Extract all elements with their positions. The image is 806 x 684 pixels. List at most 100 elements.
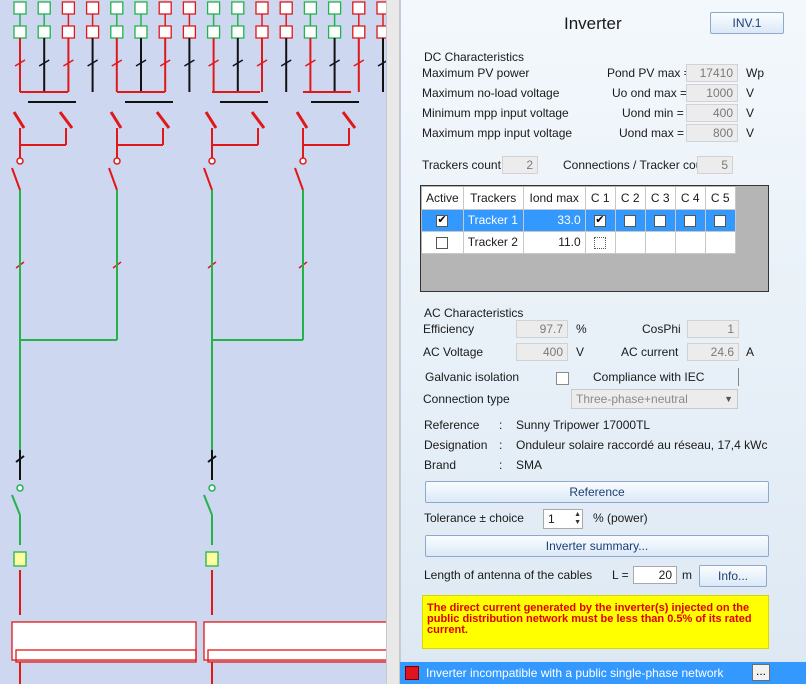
uond-min-label: Uond min = <box>622 106 684 120</box>
efficiency-field[interactable]: 97.7 <box>516 320 568 338</box>
tracker-c1-cell[interactable] <box>585 209 616 232</box>
max-noload-voltage-label: Maximum no-load voltage <box>422 86 560 100</box>
pv-module-icon <box>110 1 124 15</box>
pane-splitter[interactable] <box>386 0 400 684</box>
ac-current-label: AC current <box>621 345 679 359</box>
reference-colon: : <box>499 418 503 432</box>
col-c2[interactable]: C 2 <box>615 187 646 210</box>
tracker-c4-cell <box>675 231 706 254</box>
switch-pivot-icon <box>16 157 24 165</box>
tracker-row[interactable]: Tracker 1 33.0 <box>422 209 736 232</box>
pv-module-icon <box>13 25 27 39</box>
pv-module-icon <box>134 25 148 39</box>
pv-module-icon <box>327 1 342 15</box>
tracker-c3-checkbox[interactable] <box>654 214 667 227</box>
uond-min-field[interactable]: 400 <box>686 104 738 122</box>
col-c4[interactable]: C 4 <box>675 187 706 210</box>
surge-protector-icon <box>13 551 27 567</box>
dc-switch-blade <box>108 167 118 191</box>
tracker-c5-checkbox[interactable] <box>714 214 727 227</box>
info-button[interactable]: Info... <box>699 565 767 587</box>
ac-voltage-field[interactable]: 400 <box>516 343 568 361</box>
tolerance-unit: % (power) <box>593 511 648 525</box>
tracker-c3-cell[interactable] <box>645 209 676 232</box>
tracker-c4-cell[interactable] <box>675 209 706 232</box>
tracker-name[interactable]: Tracker 2 <box>463 231 524 254</box>
connection-type-value: Three-phase+neutral <box>576 392 688 406</box>
surge-protector-icon <box>205 551 219 567</box>
col-active[interactable]: Active <box>422 187 464 210</box>
pv-module-icon <box>352 1 366 15</box>
uond-min-unit: V <box>746 106 755 120</box>
pv-module-icon <box>231 1 245 15</box>
status-bar[interactable]: Inverter incompatible with a public sing… <box>400 662 806 684</box>
tracker-c1-checkbox[interactable] <box>594 236 607 249</box>
col-c5[interactable]: C 5 <box>705 187 736 210</box>
connections-per-tracker-field[interactable]: 5 <box>697 156 733 174</box>
tracker-c1-checkbox[interactable] <box>594 213 607 227</box>
pv-module-icon <box>376 1 386 15</box>
tracker-iond-max[interactable]: 33.0 <box>523 209 586 232</box>
pv-module-icon <box>303 25 318 39</box>
max-pv-power-label: Maximum PV power <box>422 66 530 80</box>
tracker-grid[interactable]: Active Trackers Iond max C 1 C 2 C 3 C 4… <box>420 185 769 292</box>
col-iond-max[interactable]: Iond max <box>523 187 586 210</box>
tracker-active-checkbox[interactable] <box>436 213 449 227</box>
tracker-c5-cell[interactable] <box>705 209 736 232</box>
tracker-iond-max[interactable]: 11.0 <box>523 231 586 254</box>
uond-max-field[interactable]: 800 <box>686 124 738 142</box>
single-line-diagram[interactable] <box>0 0 386 684</box>
compliance-iec-62109[interactable]: Compliance with IEC 62109 <box>589 368 739 402</box>
col-c1[interactable]: C 1 <box>585 187 616 210</box>
pv-module-icon <box>255 1 269 15</box>
antenna-length-input[interactable]: 20 <box>633 566 677 584</box>
pv-module-icon <box>352 25 366 39</box>
uond-max-unit: V <box>746 126 755 140</box>
string-fuse <box>204 111 218 129</box>
string-fuse <box>109 111 123 129</box>
tracker-active-cell[interactable] <box>422 209 464 232</box>
tracker-table: Active Trackers Iond max C 1 C 2 C 3 C 4… <box>422 187 736 254</box>
tracker-row[interactable]: Tracker 2 11.0 <box>422 231 736 254</box>
tracker-active-cell[interactable] <box>422 231 464 254</box>
galvanic-isolation-checkbox[interactable] <box>556 372 569 386</box>
pv-module-icon <box>206 25 221 39</box>
tolerance-label: Tolerance ± choice <box>424 511 524 525</box>
tracker-name[interactable]: Tracker 1 <box>463 209 524 232</box>
trackers-count-field[interactable]: 2 <box>502 156 538 174</box>
tracker-c4-checkbox[interactable] <box>684 214 697 227</box>
uo-ond-max-field[interactable]: 1000 <box>686 84 738 102</box>
cosphi-field[interactable]: 1 <box>687 320 739 338</box>
string-fuse <box>341 111 357 129</box>
cosphi-label: CosPhi <box>642 322 681 336</box>
tracker-c3-cell <box>645 231 676 254</box>
reference-value: Sunny Tripower 17000TL <box>516 418 651 432</box>
switch-pivot-icon <box>16 484 24 492</box>
brand-label: Brand <box>424 458 457 472</box>
reference-button[interactable]: Reference <box>425 481 769 503</box>
ac-current-field[interactable]: 24.6 <box>687 343 739 361</box>
tracker-c2-cell <box>615 231 646 254</box>
dc-switch-blade <box>203 167 213 191</box>
pv-module-icon <box>37 25 51 39</box>
tracker-c2-cell[interactable] <box>615 209 646 232</box>
status-more-button[interactable]: ... <box>752 664 770 681</box>
pond-pv-max-field[interactable]: 17410 <box>686 64 738 82</box>
pv-module-icon <box>279 25 293 39</box>
tracker-active-checkbox[interactable] <box>436 236 449 249</box>
pv-module-icon <box>376 25 386 39</box>
col-trackers[interactable]: Trackers <box>463 187 524 210</box>
tolerance-stepper[interactable]: 1 ▲ ▼ <box>543 509 583 529</box>
inverter-summary-button[interactable]: Inverter summary... <box>425 535 769 557</box>
inverter-block <box>11 621 197 661</box>
spin-arrows-icon[interactable]: ▲ ▼ <box>574 511 581 527</box>
uo-ond-max-label: Uo ond max = <box>612 86 688 100</box>
inverter-id-button[interactable]: INV.1 <box>710 12 784 34</box>
col-c3[interactable]: C 3 <box>645 187 676 210</box>
connection-type-select[interactable]: Three-phase+neutral ▼ <box>571 389 738 409</box>
pond-pv-max-label: Pond PV max = <box>607 66 691 80</box>
tracker-c1-cell[interactable] <box>585 231 616 254</box>
dc-switch-blade <box>294 167 304 191</box>
tracker-c2-checkbox[interactable] <box>624 214 637 227</box>
pv-module-icon <box>206 1 221 15</box>
